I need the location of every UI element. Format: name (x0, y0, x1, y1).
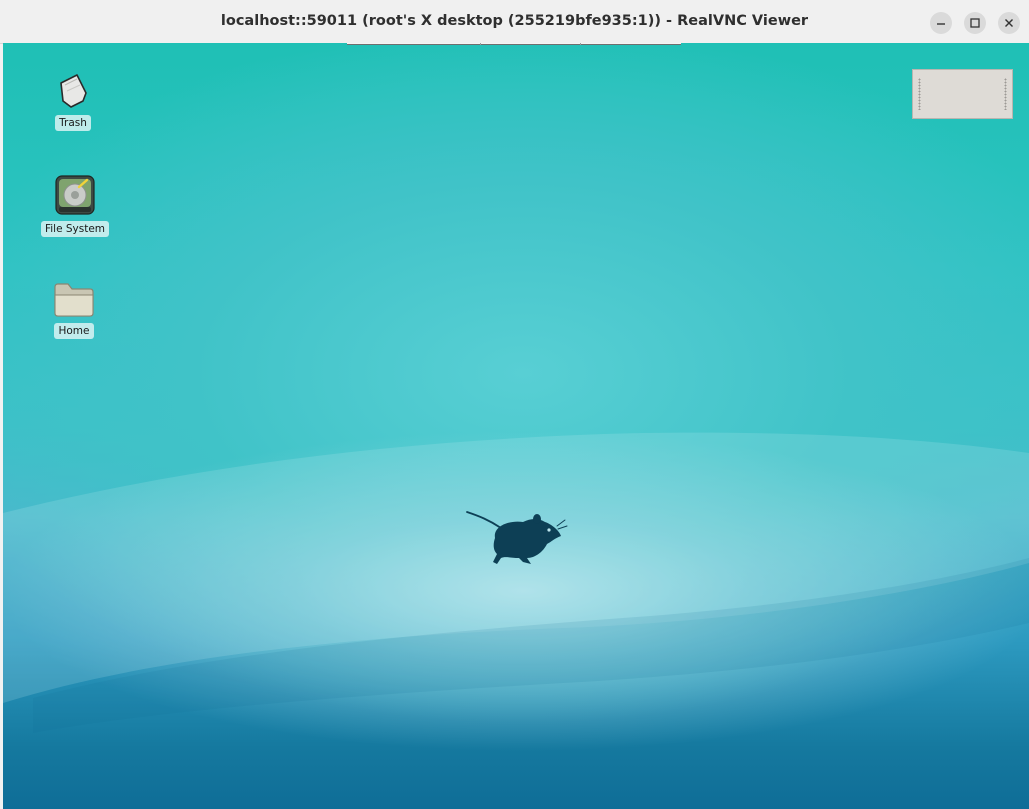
desktop-icon-file-system[interactable]: File System (37, 173, 113, 237)
wallpaper-wave (3, 432, 1029, 733)
desktop-icon-trash[interactable]: Trash (35, 71, 111, 131)
minimize-icon (937, 23, 945, 25)
title-bar[interactable]: localhost::59011 (root's X desktop (2552… (0, 0, 1029, 44)
remote-desktop[interactable]: Trash File System Home (3, 43, 1029, 809)
maximize-icon (970, 18, 980, 28)
panel-widget[interactable] (912, 69, 1013, 119)
xfce-mouse-logo (466, 511, 568, 564)
minimize-button[interactable] (930, 12, 952, 34)
desktop-icon-home[interactable]: Home (36, 279, 112, 339)
trash-icon (60, 74, 87, 108)
window-title: localhost::59011 (root's X desktop (2552… (220, 13, 809, 29)
file-system-label: File System (40, 221, 110, 237)
panel-grip-left[interactable] (918, 78, 921, 110)
hard-drive-icon (55, 175, 95, 215)
top-panel-strip (347, 43, 681, 45)
trash-label: Trash (55, 115, 91, 131)
maximize-button[interactable] (964, 12, 986, 34)
close-icon (1005, 19, 1013, 27)
panel-grip-right[interactable] (1004, 78, 1007, 110)
vnc-viewer-window: localhost::59011 (root's X desktop (2552… (0, 0, 1029, 809)
close-button[interactable] (998, 12, 1020, 34)
home-label: Home (54, 323, 94, 339)
folder-icon (54, 283, 94, 317)
